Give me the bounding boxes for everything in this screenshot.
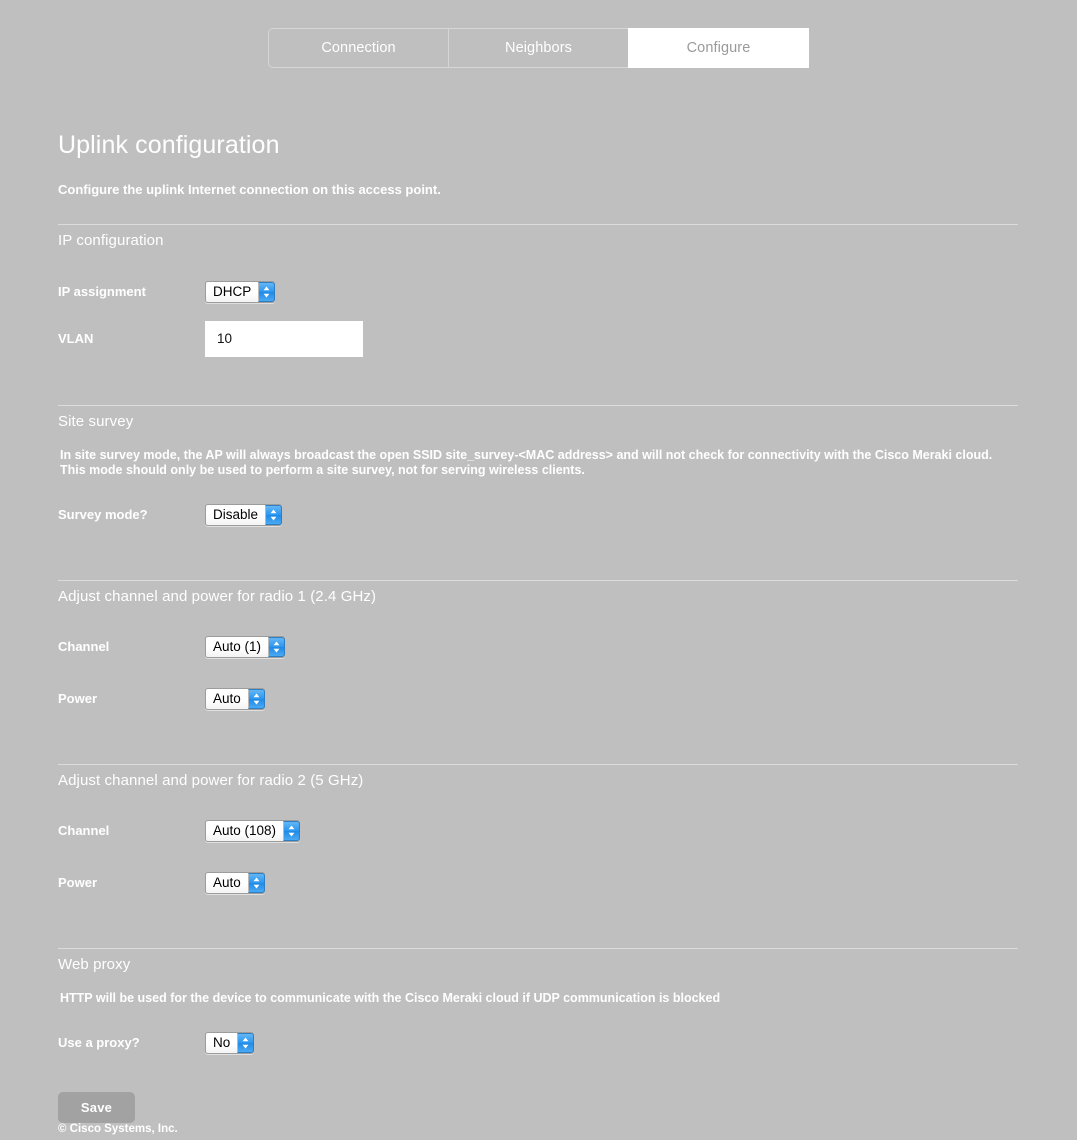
- web-proxy-description: HTTP will be used for the device to comm…: [60, 991, 721, 1005]
- radio2-channel-value: Auto (108): [213, 823, 277, 838]
- chevron-updown-icon[interactable]: [283, 821, 301, 841]
- field-row-ip-assignment: IP assignment DHCP: [58, 281, 1077, 303]
- radio1-channel-value: Auto (1): [213, 639, 262, 654]
- section-radio-2: Adjust channel and power for radio 2 (5 …: [58, 764, 1077, 894]
- tab-configure[interactable]: Configure: [628, 28, 809, 68]
- radio2-power-label: Power: [58, 875, 98, 890]
- chevron-updown-icon[interactable]: [247, 873, 265, 893]
- radio1-power-select[interactable]: Auto: [205, 688, 265, 710]
- section-ip-configuration: IP configuration IP assignment DHCP VLAN: [58, 224, 1077, 357]
- field-row-radio1-channel: Channel Auto (1): [58, 636, 1077, 658]
- survey-mode-value: Disable: [213, 507, 259, 522]
- page-content: Uplink configuration Configure the uplin…: [58, 130, 1077, 1123]
- section-divider: [58, 405, 1018, 406]
- page-title: Uplink configuration: [58, 131, 280, 159]
- save-button[interactable]: Save: [58, 1092, 135, 1123]
- chevron-updown-icon[interactable]: [237, 1033, 255, 1053]
- radio2-power-value: Auto: [213, 875, 241, 890]
- section-heading-radio-2: Adjust channel and power for radio 2 (5 …: [58, 772, 364, 789]
- radio1-channel-label: Channel: [58, 639, 110, 654]
- vlan-input[interactable]: [205, 321, 363, 357]
- field-row-radio1-power: Power Auto: [58, 688, 1077, 710]
- vlan-label: VLAN: [58, 331, 94, 346]
- section-divider: [58, 948, 1018, 949]
- chevron-updown-icon[interactable]: [258, 282, 276, 302]
- use-proxy-select[interactable]: No: [205, 1032, 255, 1054]
- section-heading-radio-1: Adjust channel and power for radio 1 (2.…: [58, 588, 377, 605]
- radio1-power-label: Power: [58, 691, 98, 706]
- ip-assignment-select[interactable]: DHCP: [205, 281, 276, 303]
- survey-mode-select[interactable]: Disable: [205, 504, 283, 526]
- section-web-proxy: Web proxy HTTP will be used for the devi…: [58, 948, 1077, 1054]
- tab-bar: Connection Neighbors Configure: [268, 28, 809, 68]
- radio1-channel-select[interactable]: Auto (1): [205, 636, 286, 658]
- ip-assignment-label: IP assignment: [58, 284, 146, 299]
- chevron-updown-icon[interactable]: [247, 689, 265, 709]
- chevron-updown-icon[interactable]: [268, 637, 286, 657]
- tab-neighbors[interactable]: Neighbors: [448, 28, 628, 68]
- ip-assignment-value: DHCP: [213, 284, 252, 299]
- radio1-power-value: Auto: [213, 691, 241, 706]
- tab-connection[interactable]: Connection: [268, 28, 448, 68]
- section-heading-ip: IP configuration: [58, 232, 164, 249]
- field-row-radio2-power: Power Auto: [58, 872, 1077, 894]
- page-subtitle: Configure the uplink Internet connection…: [58, 182, 441, 197]
- use-proxy-label: Use a proxy?: [58, 1035, 140, 1050]
- section-radio-1: Adjust channel and power for radio 1 (2.…: [58, 580, 1077, 710]
- use-proxy-value: No: [213, 1035, 231, 1050]
- section-divider: [58, 580, 1018, 581]
- section-divider: [58, 224, 1018, 225]
- radio2-channel-label: Channel: [58, 823, 110, 838]
- section-heading-web-proxy: Web proxy: [58, 956, 131, 973]
- chevron-updown-icon[interactable]: [265, 505, 283, 525]
- radio2-power-select[interactable]: Auto: [205, 872, 265, 894]
- radio2-channel-select[interactable]: Auto (108): [205, 820, 301, 842]
- field-row-radio2-channel: Channel Auto (108): [58, 820, 1077, 842]
- section-site-survey: Site survey In site survey mode, the AP …: [58, 405, 1077, 526]
- field-row-use-proxy: Use a proxy? No: [58, 1032, 1077, 1054]
- site-survey-description: In site survey mode, the AP will always …: [60, 448, 993, 477]
- survey-mode-label: Survey mode?: [58, 507, 148, 522]
- section-divider: [58, 764, 1018, 765]
- field-row-survey-mode: Survey mode? Disable: [58, 504, 1077, 526]
- field-row-vlan: VLAN: [58, 321, 1077, 357]
- footer-copyright: © Cisco Systems, Inc.: [58, 1123, 178, 1135]
- section-heading-site-survey: Site survey: [58, 413, 134, 430]
